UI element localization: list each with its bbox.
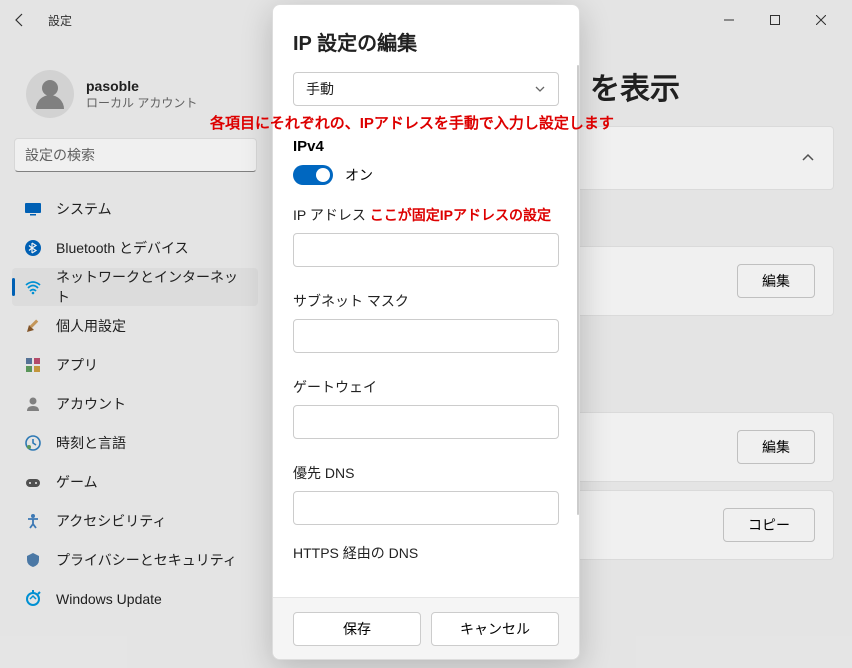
ipv4-heading: IPv4 <box>293 138 559 155</box>
ipv4-toggle[interactable] <box>293 165 333 185</box>
ip-edit-modal: IP 設定の編集 手動 IPv4 オン IP アドレス ここが固定IPアドレスの… <box>272 4 580 660</box>
gateway-label: ゲートウェイ <box>293 377 559 397</box>
modal-overlay: IP 設定の編集 手動 IPv4 オン IP アドレス ここが固定IPアドレスの… <box>0 0 852 668</box>
chevron-down-icon <box>534 83 546 95</box>
save-button[interactable]: 保存 <box>293 612 421 646</box>
dns-input[interactable] <box>293 491 559 525</box>
modal-footer: 保存 キャンセル <box>273 597 579 659</box>
gateway-input[interactable] <box>293 405 559 439</box>
cancel-button[interactable]: キャンセル <box>431 612 559 646</box>
ip-address-label: IP アドレス ここが固定IPアドレスの設定 <box>293 205 559 225</box>
https-dns-label: HTTPS 経由の DNS <box>293 543 559 563</box>
ip-mode-select[interactable]: 手動 <box>293 72 559 106</box>
modal-title: IP 設定の編集 <box>293 27 559 56</box>
toggle-label: オン <box>345 165 373 185</box>
dns-label: 優先 DNS <box>293 463 559 483</box>
subnet-input[interactable] <box>293 319 559 353</box>
subnet-label: サブネット マスク <box>293 291 559 311</box>
scrollbar[interactable] <box>577 65 579 515</box>
ip-address-input[interactable] <box>293 233 559 267</box>
ip-annotation: ここが固定IPアドレスの設定 <box>370 207 551 223</box>
select-value: 手動 <box>306 79 334 99</box>
